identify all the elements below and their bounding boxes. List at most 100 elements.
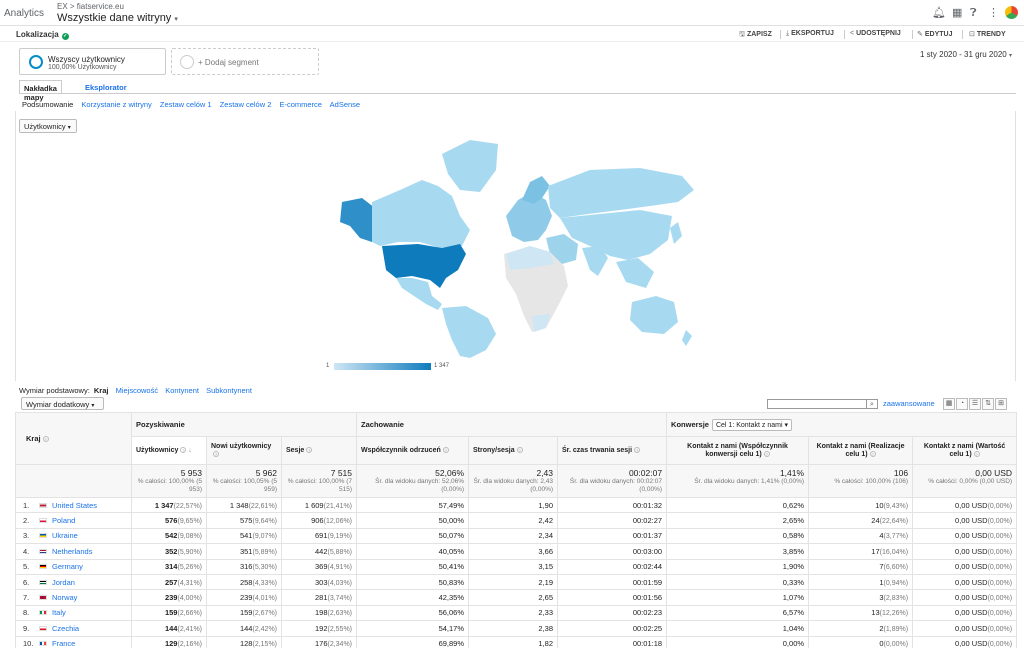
country-link[interactable]: Italy	[52, 608, 66, 617]
goal-value-percent: (0,00%)	[987, 502, 1013, 510]
app-name[interactable]: Analytics	[4, 8, 44, 19]
subnav-adsense[interactable]: AdSense	[330, 100, 360, 109]
subnav-goal-set-2[interactable]: Zestaw celów 2	[220, 100, 272, 109]
comparison-view-icon[interactable]: ⇅	[982, 398, 994, 410]
export-button[interactable]: ⤓ EKSPORTUJ	[786, 30, 834, 38]
goal-value-column-header[interactable]: Kontakt z nami (Wartość celu 1)?	[912, 436, 1018, 465]
table-row: 2. Poland 576(9,65%) 575(9,64%) 906(12,06%) 5…	[15, 512, 1018, 529]
subnav-ecommerce[interactable]: E-commerce	[279, 100, 322, 109]
pages-per-session-column-header[interactable]: Strony/sesja?	[468, 436, 559, 465]
segment-all-users[interactable]: Wszyscy użytkownicy 100,00% Użytkownicy	[19, 48, 166, 75]
users-column-header[interactable]: Użytkownicy? ↓	[131, 436, 207, 465]
country-link[interactable]: Czechia	[52, 624, 79, 633]
users-percent: (9,08%)	[177, 533, 202, 541]
subnav-site-usage[interactable]: Korzystanie z witryny	[81, 100, 151, 109]
country-link[interactable]: France	[52, 639, 75, 648]
pie-view-icon[interactable]: ◔	[956, 398, 968, 410]
chevron-down-icon: ▾	[91, 403, 95, 409]
total-completions-sub: % całości: 100,00% (106)	[834, 478, 909, 485]
goal-conversion-rate-column-header[interactable]: Kontakt z nami (Współczynnik konwersji c…	[666, 436, 810, 465]
advanced-filter-link[interactable]: zaawansowane	[883, 399, 935, 408]
secondary-dimension-dropdown[interactable]: Wymiar dodatkowy ▾	[21, 397, 104, 410]
country-link[interactable]: Netherlands	[52, 547, 92, 556]
users-percent: (9,65%)	[177, 518, 202, 526]
map-region-scandinavia[interactable]	[522, 176, 550, 204]
map-region-south-america[interactable]	[442, 306, 496, 358]
flag-icon	[39, 502, 47, 508]
account-breadcrumb[interactable]: EX > fiatservice.eu	[57, 2, 124, 11]
apps-grid-icon[interactable]: ▦	[952, 7, 962, 19]
share-button[interactable]: < UDOSTĘPNIJ	[850, 30, 901, 37]
bounce-cell: 69,89%	[356, 635, 470, 648]
completions-cell: 10(9,43%)	[808, 496, 914, 514]
users-value: 314	[164, 562, 178, 572]
map-metric-dropdown[interactable]: Użytkownicy ▾	[19, 119, 77, 133]
map-region-russia[interactable]	[548, 168, 694, 218]
table-search-input[interactable]	[767, 399, 867, 409]
subnav-summary[interactable]: Podsumowanie	[22, 100, 73, 109]
flag-icon	[39, 518, 47, 524]
country-link[interactable]: United States	[52, 501, 97, 510]
dimension-continent[interactable]: Kontynent	[165, 386, 199, 395]
bounce-rate-column-header[interactable]: Współczynnik odrzuceń?	[356, 436, 470, 465]
dimension-country[interactable]: Kraj	[94, 386, 109, 395]
new-users-column-header[interactable]: Nowi użytkownicy?	[206, 436, 282, 465]
map-region-australia[interactable]	[630, 296, 678, 334]
pivot-view-icon[interactable]: ⊞	[995, 398, 1007, 410]
tab-explorer[interactable]: Eksplorator	[81, 80, 131, 94]
add-segment-button[interactable]: + Dodaj segment	[171, 48, 319, 75]
goal-completions-column-header[interactable]: Kontakt z nami (Realizacje celu 1)?	[808, 436, 914, 465]
users-value: 352	[164, 546, 178, 556]
avg-session-duration-column-header[interactable]: Śr. czas trwania sesji?	[557, 436, 668, 465]
performance-view-icon[interactable]: ☰	[969, 398, 981, 410]
sessions-percent: (5,88%)	[327, 548, 353, 556]
help-icon: ?	[42, 436, 49, 442]
users-cell: 1 347(22,57%)	[131, 496, 207, 514]
completions-percent: (1,89%)	[883, 625, 909, 633]
search-icon[interactable]: ⌕	[867, 399, 878, 409]
save-button[interactable]: 🖫︎ ZAPISZ	[739, 30, 772, 41]
goal-value-percent: (0,00%)	[987, 641, 1013, 648]
map-region-south-africa[interactable]	[532, 314, 550, 332]
map-region-canada[interactable]	[372, 180, 470, 248]
sessions-column-header[interactable]: Sesje?	[280, 436, 358, 465]
country-link[interactable]: Norway	[52, 593, 77, 602]
country-column-header[interactable]: Kraj?	[15, 412, 132, 465]
export-label: EKSPORTUJ	[791, 30, 834, 37]
goal-value: 0,00 USD	[955, 577, 988, 587]
users-value: 159	[164, 608, 178, 618]
map-region-southeast-asia[interactable]	[616, 258, 654, 288]
goal-select-label: Cel 1: Kontakt z nami	[715, 421, 783, 429]
help-icon: ?	[634, 446, 641, 453]
map-region-alaska[interactable]	[340, 198, 375, 242]
avatar[interactable]	[1004, 5, 1019, 20]
goal-select-dropdown[interactable]: Cel 1: Kontakt z nami ▾	[711, 418, 792, 431]
table-view-icon[interactable]: ▦	[943, 398, 955, 410]
users-percent: (5,90%)	[177, 548, 202, 556]
edit-button[interactable]: ✎ EDYTUJ	[917, 30, 953, 38]
bell-icon[interactable]: 🔔︎	[932, 7, 946, 19]
tab-map-overlay[interactable]: Nakładka mapy	[19, 80, 62, 102]
dimension-city[interactable]: Miejscowość	[116, 386, 159, 395]
world-map[interactable]	[320, 130, 700, 358]
map-region-greenland[interactable]	[442, 140, 498, 192]
view-selector[interactable]: Wszystkie dane witryny ▾	[57, 12, 178, 24]
country-link[interactable]: Jordan	[52, 578, 75, 587]
subnav-goal-set-1[interactable]: Zestaw celów 1	[160, 100, 212, 109]
sessions-value: 176	[314, 639, 328, 648]
dimension-subcontinent[interactable]: Subkontynent	[206, 386, 252, 395]
country-link[interactable]: Germany	[52, 562, 83, 571]
country-link[interactable]: Poland	[52, 516, 75, 525]
sessions-cell: 369(4,91%)	[280, 558, 358, 575]
map-region-japan[interactable]	[670, 222, 682, 244]
more-vert-icon[interactable]: ⋮	[988, 7, 999, 19]
sessions-cell: 1 609(21,41%)	[280, 496, 358, 514]
map-region-new-zealand[interactable]	[682, 330, 692, 346]
insights-button[interactable]: ⊡ TRENDY	[969, 30, 1006, 38]
date-range-text: 1 sty 2020 - 31 gru 2020	[920, 50, 1007, 59]
country-link[interactable]: Ukraine	[52, 531, 78, 540]
behavior-group-header: Zachowanie	[356, 412, 668, 437]
help-icon[interactable]: ❓︎	[970, 7, 977, 19]
sessions-cell: 198(2,63%)	[280, 604, 358, 622]
date-range-picker[interactable]: 1 sty 2020 - 31 gru 2020 ▾	[920, 50, 1012, 59]
